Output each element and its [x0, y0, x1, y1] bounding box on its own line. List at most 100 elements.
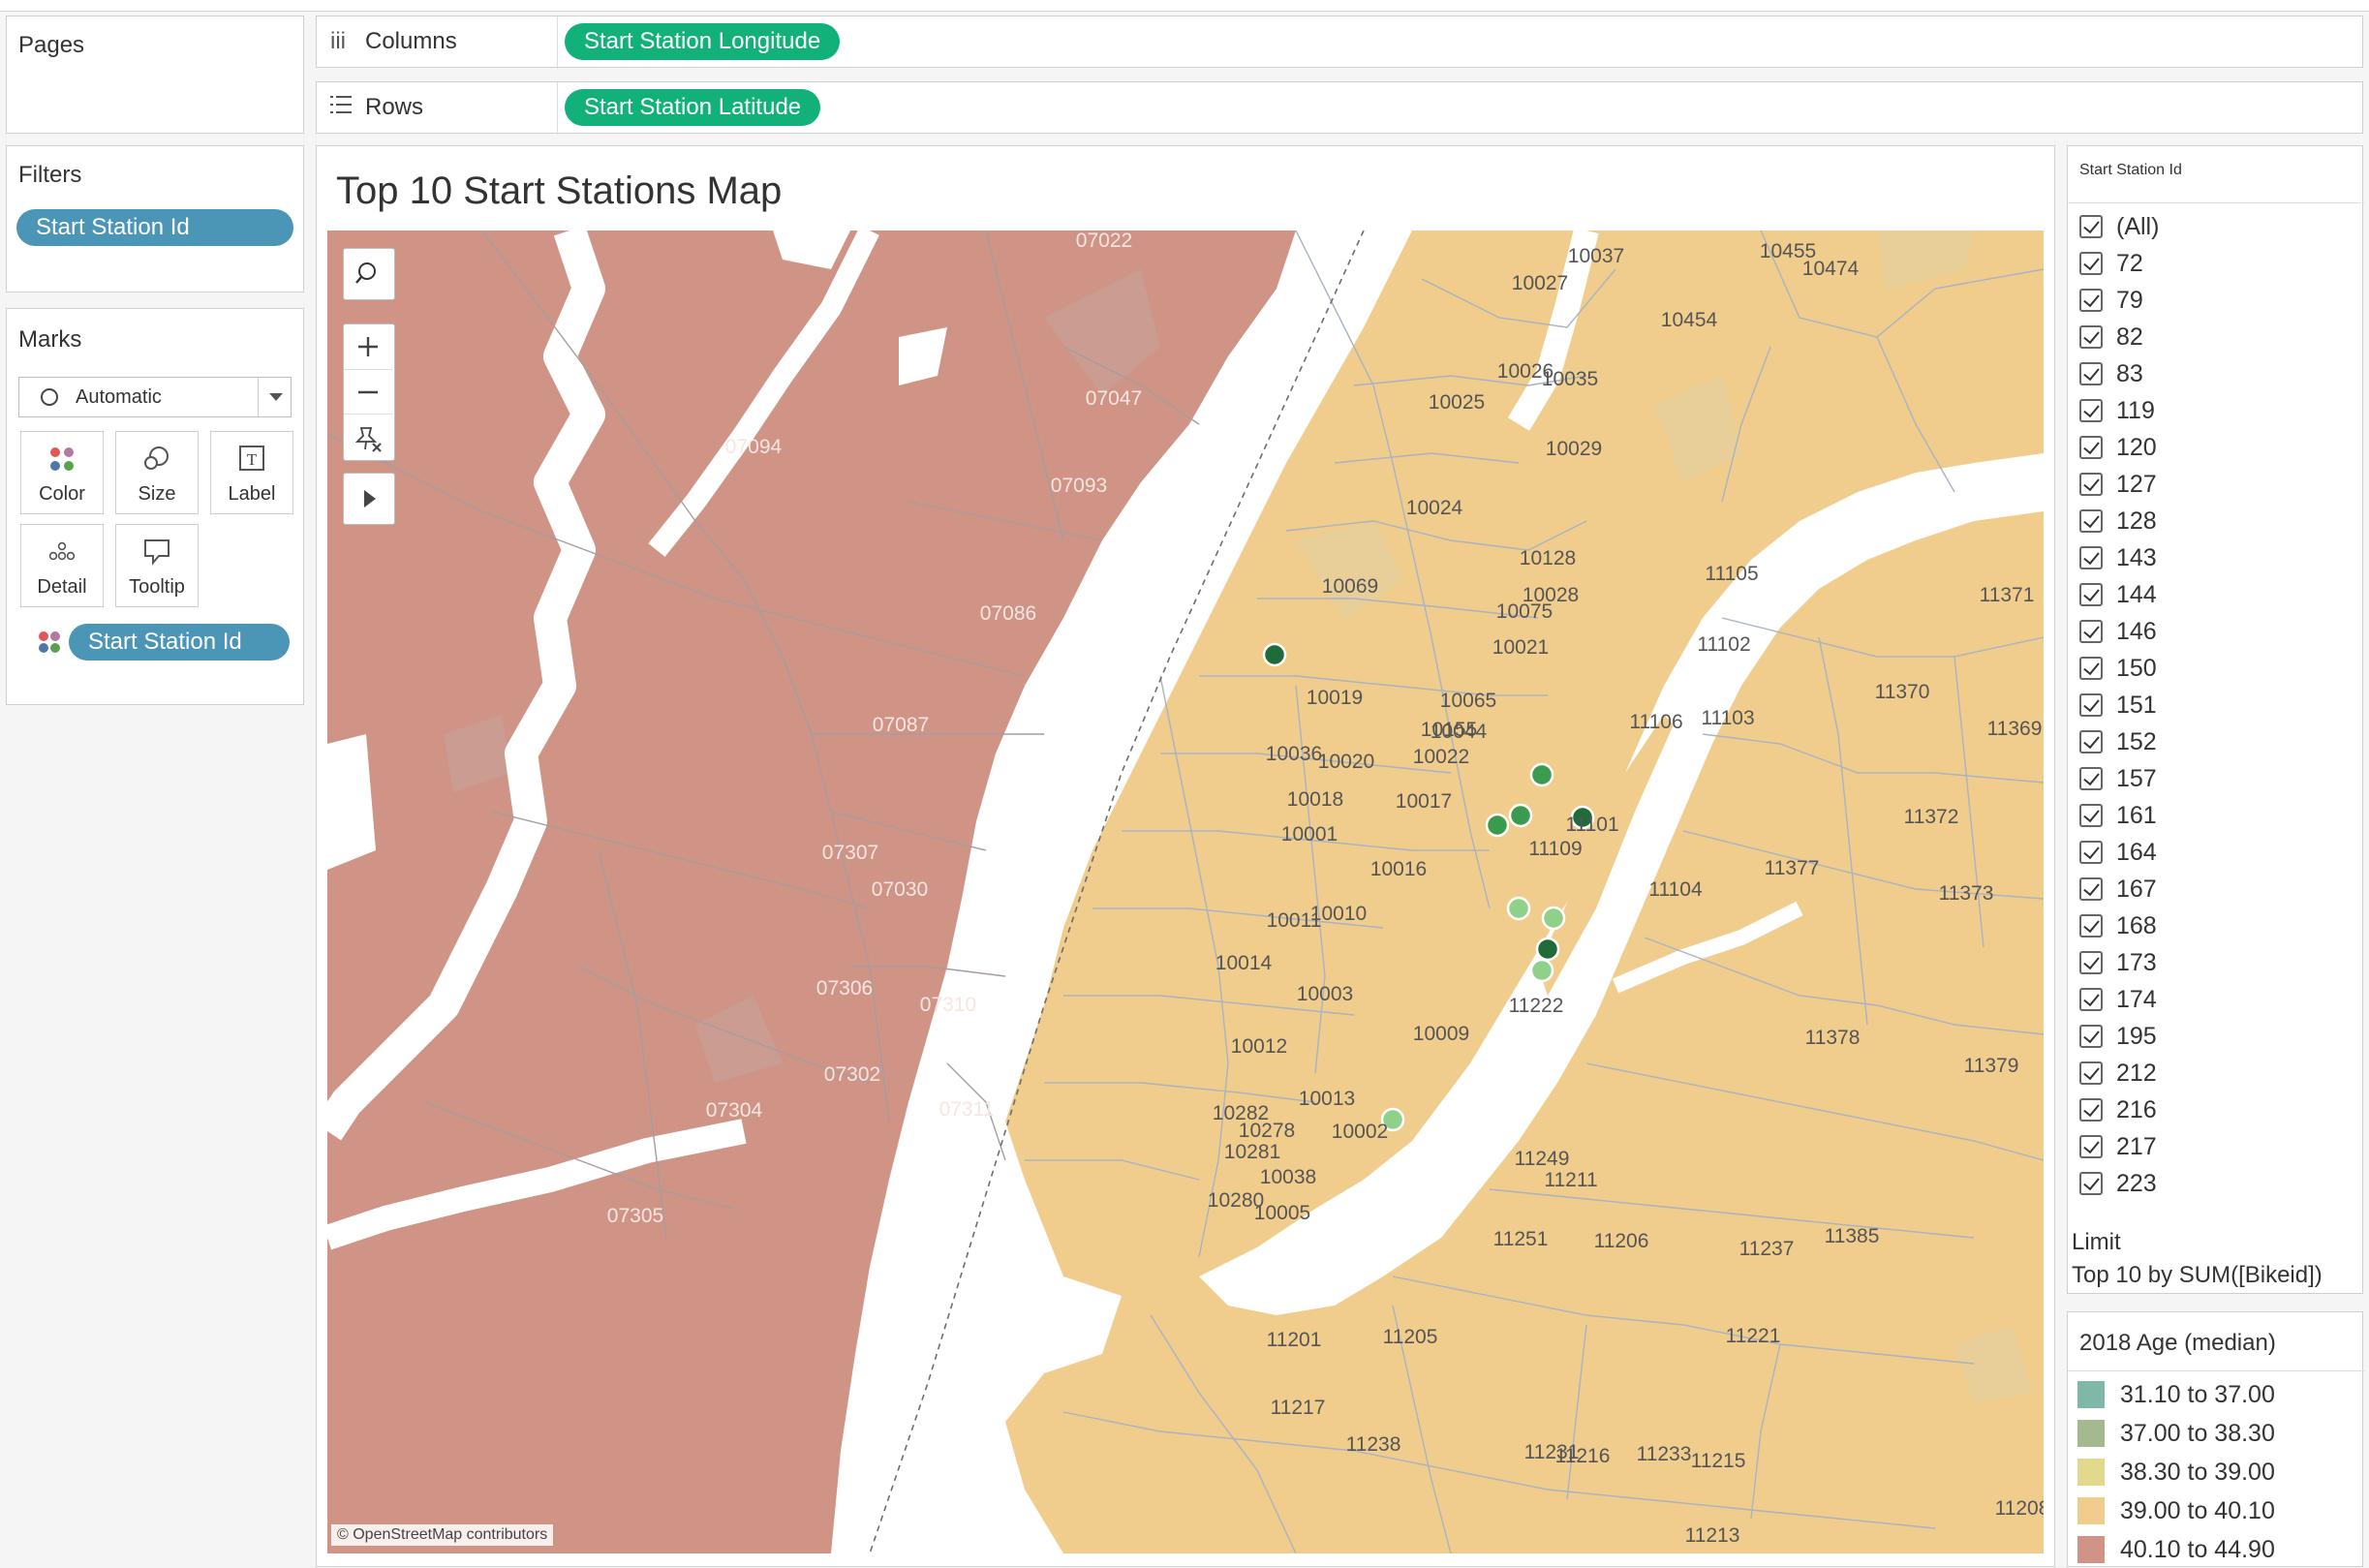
station-checkbox-item[interactable]: 167: [2079, 871, 2157, 907]
station-checkbox-item[interactable]: 146: [2079, 613, 2157, 650]
age-legend-item[interactable]: 40.10 to 44.90: [2077, 1531, 2275, 1568]
tooltip-button[interactable]: Tooltip: [115, 524, 199, 607]
station-marker[interactable]: [1529, 958, 1554, 983]
map-view[interactable]: 07022 07047 07094 07093 07086 07087 07307 07030…: [327, 231, 2044, 1553]
expand-toolbar-button[interactable]: [343, 473, 395, 525]
checkbox-checked-icon[interactable]: [2079, 473, 2103, 496]
label-button[interactable]: T Label: [210, 431, 293, 514]
checkbox-checked-icon[interactable]: [2079, 804, 2103, 827]
pages-card[interactable]: Pages: [6, 15, 304, 134]
filters-card[interactable]: Filters Start Station Id: [6, 145, 304, 292]
mark-type-dropdown[interactable]: Automatic: [18, 377, 292, 417]
map-search-button[interactable]: [343, 248, 395, 300]
age-legend-item[interactable]: 37.00 to 38.30: [2077, 1415, 2275, 1452]
age-legend-list[interactable]: 31.10 to 37.00 37.00 to 38.30 38.30 to 39.…: [2077, 1376, 2358, 1566]
station-checkbox-item[interactable]: 144: [2079, 576, 2157, 613]
checkbox-checked-icon[interactable]: [2079, 436, 2103, 459]
map-canvas[interactable]: 07022 07047 07094 07093 07086 07087 07307 07030…: [327, 231, 2044, 1553]
station-checkbox-item[interactable]: 161: [2079, 797, 2157, 834]
station-checkbox-item[interactable]: (All): [2079, 208, 2159, 245]
station-checkbox-list[interactable]: (All) 72 79 82 83 119 120 127 128 143 144 146 150 151…: [2079, 208, 2360, 1215]
limit-value: Top 10 by SUM([Bikeid]): [2072, 1262, 2323, 1288]
checkbox-checked-icon[interactable]: [2079, 620, 2103, 643]
marks-card[interactable]: Marks Automatic Color Size T Label Detai…: [6, 308, 304, 705]
station-marker[interactable]: [1535, 937, 1560, 962]
station-marker[interactable]: [1485, 813, 1510, 838]
ny-zip-label: 10037: [1568, 245, 1624, 267]
columns-shelf[interactable]: iii Columns Start Station Longitude: [316, 15, 2363, 69]
play-arrow-icon: [364, 490, 376, 507]
checkbox-checked-icon[interactable]: [2079, 1061, 2103, 1085]
reset-map-button[interactable]: [344, 414, 392, 458]
station-checkbox-item[interactable]: 151: [2079, 687, 2157, 723]
checkbox-checked-icon[interactable]: [2079, 252, 2103, 275]
station-checkbox-item[interactable]: 174: [2079, 981, 2157, 1018]
station-checkbox-item[interactable]: 216: [2079, 1091, 2157, 1128]
checkbox-checked-icon[interactable]: [2079, 215, 2103, 238]
station-checkbox-item[interactable]: 79: [2079, 282, 2143, 319]
station-checkbox-item[interactable]: 164: [2079, 834, 2157, 871]
station-marker[interactable]: [1529, 762, 1554, 787]
checkbox-checked-icon[interactable]: [2079, 693, 2103, 717]
station-checkbox-item[interactable]: 217: [2079, 1128, 2157, 1165]
checkbox-checked-icon[interactable]: [2079, 509, 2103, 533]
columns-pill[interactable]: Start Station Longitude: [565, 23, 841, 60]
checkbox-checked-icon[interactable]: [2079, 583, 2103, 606]
checkbox-checked-icon[interactable]: [2079, 362, 2103, 385]
size-button[interactable]: Size: [115, 431, 199, 514]
station-checkbox-item[interactable]: 157: [2079, 760, 2157, 797]
age-legend-card[interactable]: 2018 Age (median) 31.10 to 37.00 37.00 to…: [2067, 1311, 2364, 1567]
station-checkbox-item[interactable]: 83: [2079, 355, 2143, 392]
color-button[interactable]: Color: [20, 431, 104, 514]
station-checkbox-item[interactable]: 150: [2079, 650, 2157, 687]
station-checkbox-item[interactable]: 152: [2079, 723, 2157, 760]
station-checkbox-item[interactable]: 72: [2079, 245, 2143, 282]
station-checkbox-item[interactable]: 143: [2079, 539, 2157, 576]
age-legend-item[interactable]: 39.00 to 40.10: [2077, 1492, 2275, 1529]
checkbox-checked-icon[interactable]: [2079, 325, 2103, 349]
checkbox-checked-icon[interactable]: [2079, 546, 2103, 569]
checkbox-checked-icon[interactable]: [2079, 289, 2103, 312]
map-zoom-controls[interactable]: [343, 323, 395, 461]
checkbox-checked-icon[interactable]: [2079, 399, 2103, 422]
checkbox-checked-icon[interactable]: [2079, 1025, 2103, 1048]
top-toolbar-strip: [0, 0, 2369, 12]
zoom-in-button[interactable]: [344, 324, 392, 369]
station-checkbox-item[interactable]: 120: [2079, 429, 2157, 466]
station-checkbox-item[interactable]: 119: [2079, 392, 2155, 429]
station-filter-title: Start Station Id: [2079, 162, 2182, 178]
detail-button[interactable]: Detail: [20, 524, 104, 607]
station-marker[interactable]: [1508, 803, 1533, 828]
rows-shelf[interactable]: Rows Start Station Latitude: [316, 81, 2363, 135]
checkbox-checked-icon[interactable]: [2079, 877, 2103, 901]
zoom-out-button[interactable]: [344, 369, 392, 414]
station-marker[interactable]: [1262, 642, 1287, 667]
age-legend-item[interactable]: 31.10 to 37.00: [2077, 1376, 2275, 1413]
filter-pill-start-station-id[interactable]: Start Station Id: [16, 209, 293, 246]
station-checkbox-item[interactable]: 128: [2079, 503, 2157, 539]
station-filter-card[interactable]: Start Station Id (All) 72 79 82 83 119 120 127 1…: [2067, 145, 2364, 1294]
station-checkbox-item[interactable]: 173: [2079, 944, 2157, 981]
station-marker[interactable]: [1541, 906, 1566, 931]
station-checkbox-item[interactable]: 127: [2079, 466, 2157, 503]
station-checkbox-item[interactable]: 195: [2079, 1018, 2157, 1055]
checkbox-checked-icon[interactable]: [2079, 951, 2103, 974]
checkbox-checked-icon[interactable]: [2079, 1172, 2103, 1195]
checkbox-checked-icon[interactable]: [2079, 657, 2103, 680]
station-checkbox-item[interactable]: 168: [2079, 907, 2157, 944]
checkbox-checked-icon[interactable]: [2079, 730, 2103, 753]
age-legend-item[interactable]: 38.30 to 39.00: [2077, 1454, 2275, 1491]
station-marker[interactable]: [1506, 896, 1531, 921]
checkbox-checked-icon[interactable]: [2079, 914, 2103, 938]
checkbox-checked-icon[interactable]: [2079, 1098, 2103, 1122]
nj-zip-label: 07311: [939, 1098, 995, 1121]
checkbox-checked-icon[interactable]: [2079, 1135, 2103, 1158]
station-checkbox-item[interactable]: 82: [2079, 319, 2143, 355]
checkbox-checked-icon[interactable]: [2079, 988, 2103, 1011]
rows-pill[interactable]: Start Station Latitude: [565, 89, 821, 126]
checkbox-checked-icon[interactable]: [2079, 767, 2103, 790]
checkbox-checked-icon[interactable]: [2079, 841, 2103, 864]
color-pill-start-station-id[interactable]: Start Station Id: [69, 624, 290, 661]
station-checkbox-item[interactable]: 212: [2079, 1055, 2157, 1091]
station-checkbox-item[interactable]: 223: [2079, 1165, 2157, 1202]
